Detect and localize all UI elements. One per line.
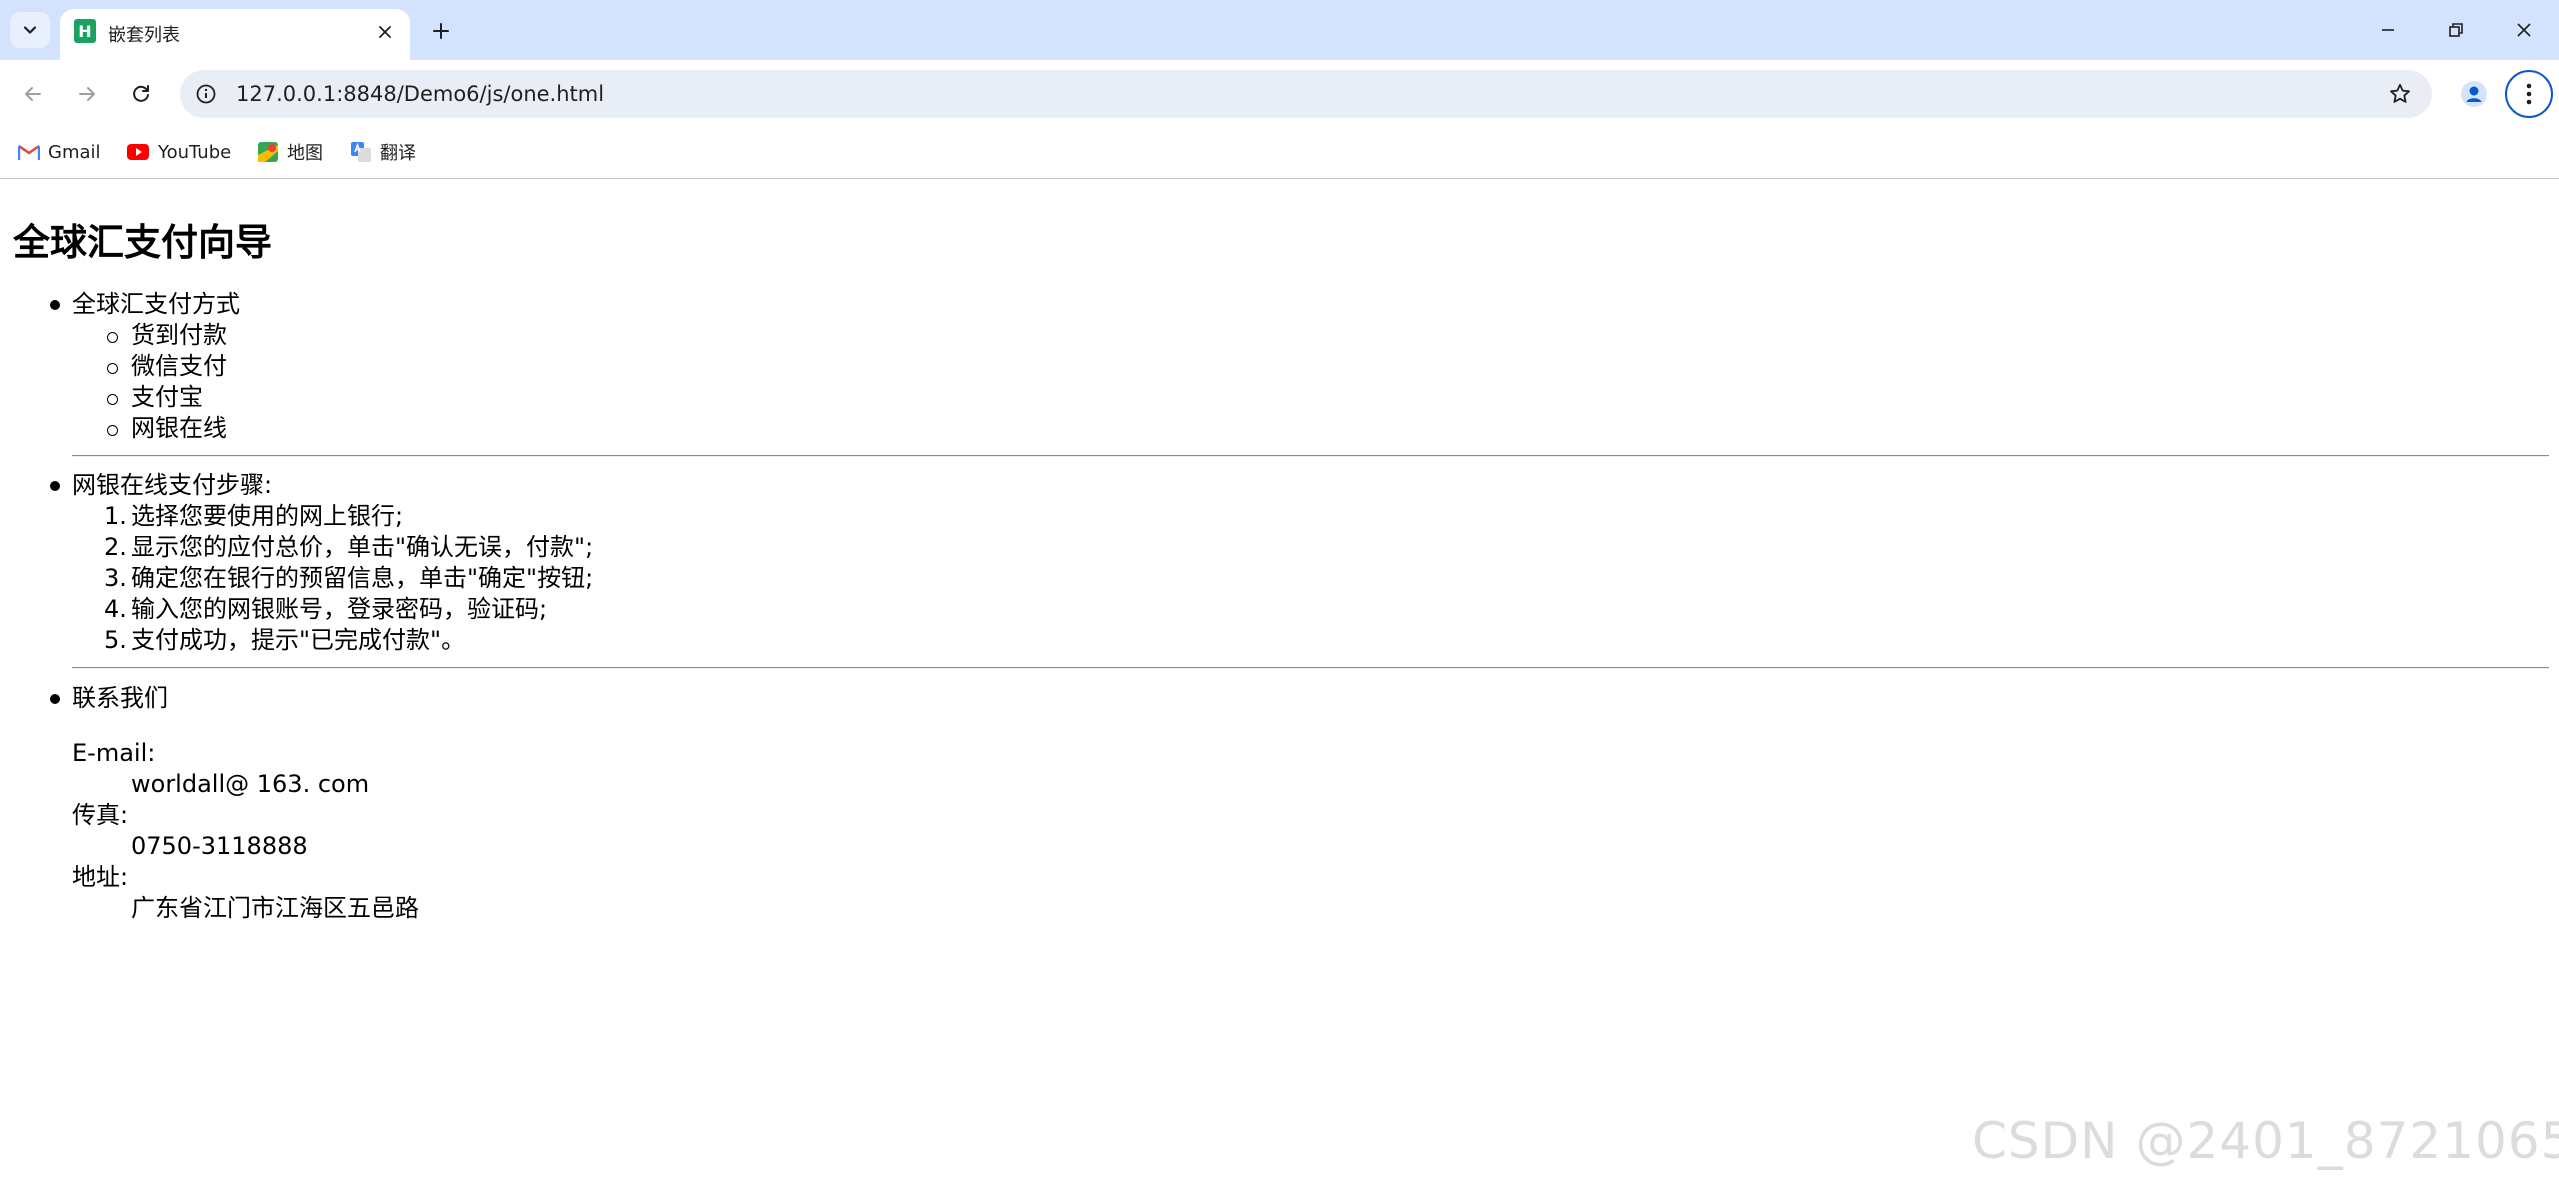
- bookmark-label: 翻译: [380, 143, 416, 164]
- step-number: 2.: [104, 533, 127, 561]
- horizontal-rule: [72, 455, 2549, 457]
- browser-toolbar: 127.0.0.1:8848/Demo6/js/one.html: [0, 60, 2559, 127]
- close-icon: [379, 26, 391, 38]
- list-bullet: [50, 694, 60, 704]
- list-item: 网银在线: [131, 414, 227, 442]
- maps-icon: [258, 142, 278, 162]
- info-circle-icon: [196, 84, 216, 104]
- bookmark-translate[interactable]: 翻译: [350, 137, 416, 167]
- list-item: 显示您的应付总价，单击"确认无误，付款";: [131, 533, 594, 561]
- more-vertical-icon: [2526, 83, 2532, 105]
- step-number: 5.: [104, 626, 127, 654]
- url-text[interactable]: 127.0.0.1:8848/Demo6/js/one.html: [236, 82, 604, 106]
- payment-methods-title: 全球汇支付方式: [72, 290, 240, 318]
- list-bullet: [107, 425, 118, 436]
- horizontal-rule: [72, 667, 2549, 669]
- step-number: 3.: [104, 564, 127, 592]
- translate-icon: [351, 142, 371, 162]
- list-bullet: [107, 363, 118, 374]
- list-item: 确定您在银行的预留信息，单击"确定"按钮;: [131, 564, 594, 592]
- youtube-icon: [127, 144, 149, 160]
- list-bullet: [107, 394, 118, 405]
- forward-button[interactable]: [67, 74, 107, 114]
- bookmark-youtube[interactable]: YouTube: [126, 137, 231, 167]
- step-number: 4.: [104, 595, 127, 623]
- page-heading: 全球汇支付向导: [13, 221, 272, 264]
- minimize-button[interactable]: [2368, 10, 2408, 50]
- online-steps-title: 网银在线支付步骤:: [72, 471, 273, 499]
- definition-term: 传真:: [72, 801, 129, 829]
- bookmark-maps[interactable]: 地图: [257, 137, 323, 167]
- close-window-button[interactable]: [2504, 10, 2544, 50]
- definition-term: E-mail:: [72, 739, 156, 767]
- active-tab[interactable]: H 嵌套列表: [60, 9, 410, 60]
- reload-button[interactable]: [121, 74, 161, 114]
- list-item: 支付成功，提示"已完成付款"。: [131, 626, 466, 654]
- reload-icon: [133, 85, 149, 102]
- chevron-down-icon: [23, 26, 37, 34]
- restore-button[interactable]: [2436, 10, 2476, 50]
- tab-close-button[interactable]: [372, 19, 398, 45]
- bookmark-star-button[interactable]: [2386, 80, 2414, 108]
- gmail-icon: [18, 145, 40, 160]
- list-bullet: [50, 481, 60, 491]
- back-button[interactable]: [13, 74, 53, 114]
- definition-value: worldall@ 163. com: [131, 770, 370, 798]
- arrow-left-icon: [25, 87, 41, 101]
- avatar-icon: [2461, 81, 2487, 107]
- bookmark-label: Gmail: [48, 141, 101, 163]
- list-item: 支付宝: [131, 383, 203, 411]
- csdn-watermark: CSDN @2401_87210657: [1972, 1112, 2559, 1170]
- list-item: 微信支付: [131, 352, 227, 380]
- address-bar[interactable]: 127.0.0.1:8848/Demo6/js/one.html: [180, 70, 2432, 118]
- definition-term: 地址:: [72, 863, 129, 891]
- minimize-icon: [2382, 29, 2394, 31]
- tab-title: 嵌套列表: [108, 25, 180, 46]
- list-bullet: [50, 300, 60, 310]
- list-bullet: [107, 332, 118, 343]
- site-info-icon[interactable]: [194, 82, 218, 106]
- definition-value: 0750-3118888: [131, 832, 308, 860]
- list-item: 输入您的网银账号，登录密码，验证码;: [131, 595, 548, 623]
- tab-strip: H 嵌套列表: [0, 0, 2559, 60]
- bookmark-label: 地图: [287, 143, 323, 164]
- arrow-right-icon: [79, 87, 95, 101]
- close-window-icon: [2517, 23, 2531, 37]
- bookmarks-bar: Gmail YouTube 地图 翻译: [0, 127, 2559, 179]
- profile-button[interactable]: [2454, 74, 2494, 114]
- definition-value: 广东省江门市江海区五邑路: [131, 894, 419, 922]
- star-icon: [2390, 83, 2410, 103]
- list-item: 选择您要使用的网上银行;: [131, 502, 404, 530]
- plus-icon: [433, 23, 449, 39]
- new-tab-button[interactable]: [424, 14, 458, 48]
- restore-icon: [2449, 23, 2463, 37]
- contact-title: 联系我们: [72, 684, 168, 712]
- tab-search-button[interactable]: [10, 12, 50, 48]
- hbuilder-favicon-icon: H: [74, 19, 96, 43]
- page-content: 全球汇支付向导 全球汇支付方式 货到付款 微信支付 支付宝 网银在线 网银在线支…: [0, 180, 2559, 1185]
- list-item: 货到付款: [131, 321, 227, 349]
- bookmark-label: YouTube: [158, 141, 232, 163]
- step-number: 1.: [104, 502, 127, 530]
- bookmark-gmail[interactable]: Gmail: [18, 137, 101, 167]
- browser-menu-button[interactable]: [2505, 70, 2553, 118]
